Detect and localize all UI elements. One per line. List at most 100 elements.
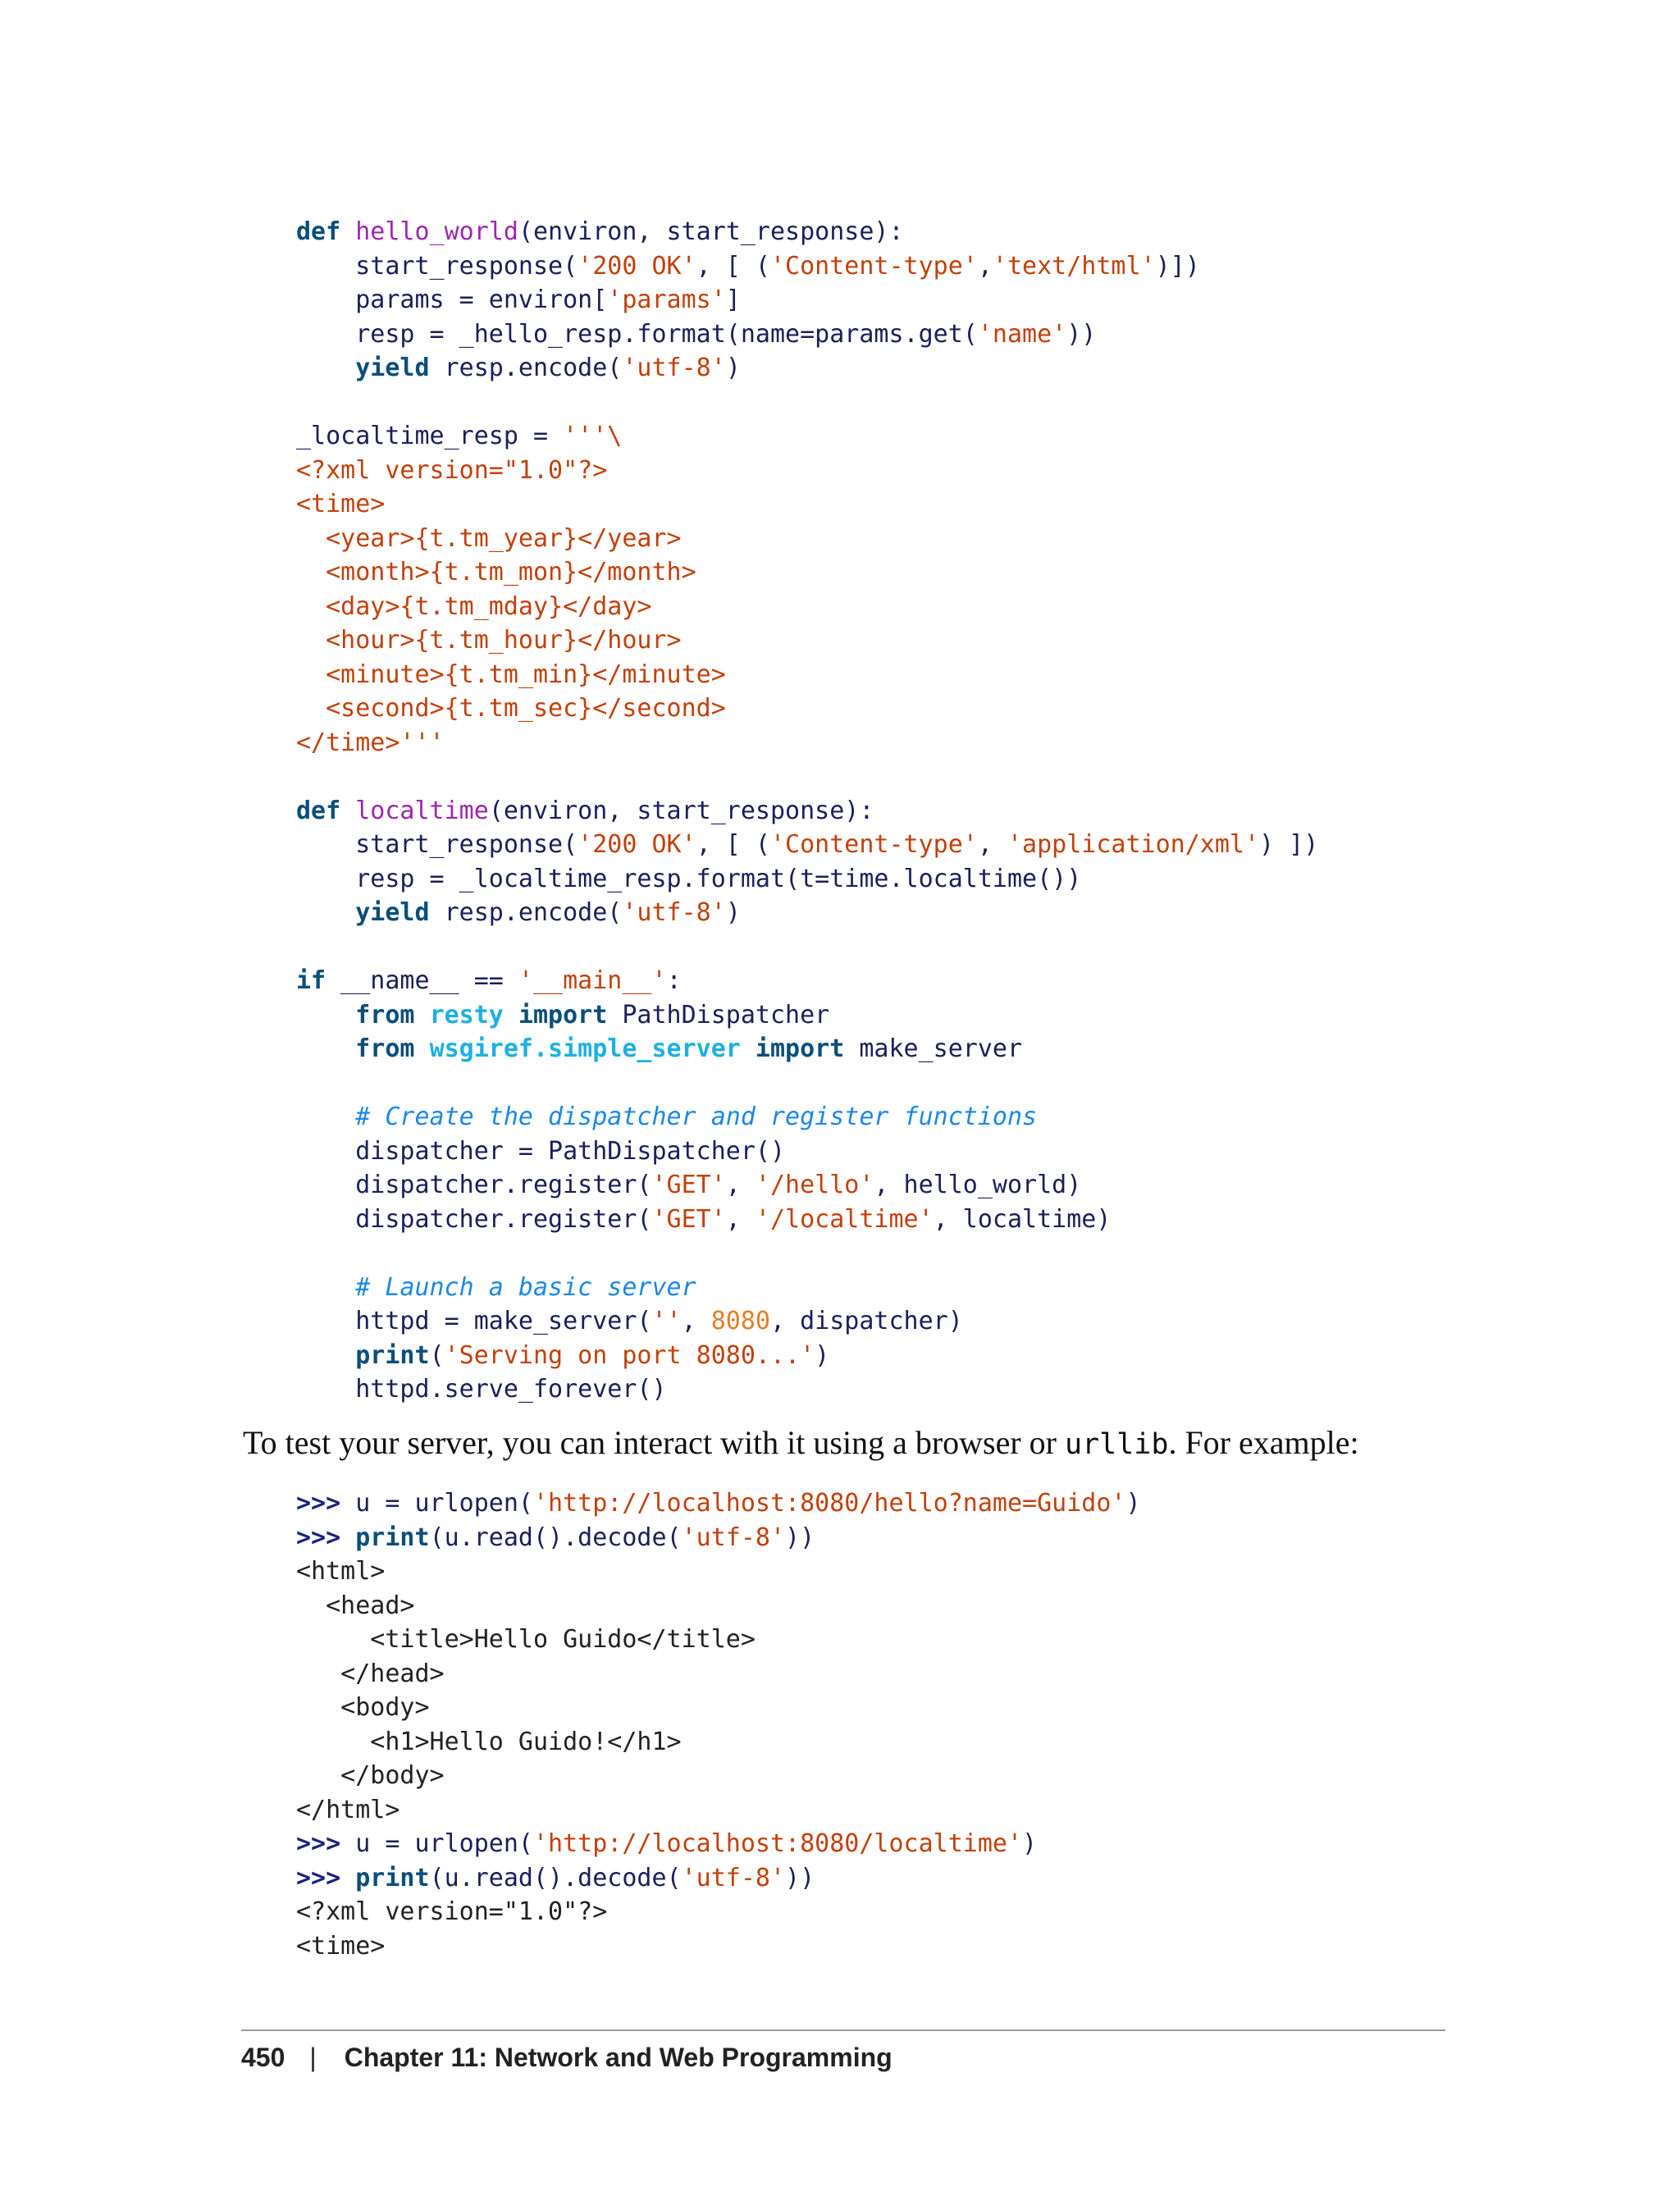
code-token: if [296,966,326,995]
code-listing-interactive: >>> u = urlopen('http://localhost:8080/h… [296,1486,1141,1963]
code-token: '/localtime' [755,1204,934,1234]
code-line: <?xml version="1.0"?> [296,1895,1141,1929]
code-line: <head> [296,1589,1141,1623]
paragraph-text-end: . For example: [1168,1424,1359,1461]
code-token: def [296,796,341,825]
code-token: <year>{t.tm_year}</year> [296,523,682,553]
code-line: <h1>Hello Guido!</h1> [296,1725,1141,1760]
code-line: dispatcher = PathDispatcher() [296,1134,1318,1169]
code-token: resp = _hello_resp.format(name=params.ge… [296,319,978,349]
code-line: resp = _localtime_resp.format(t=time.loc… [296,862,1318,897]
code-token: <time> [296,1931,386,1961]
code-token: 'params' [607,285,726,314]
code-token: print [355,1522,430,1552]
code-line: httpd.serve_forever() [296,1372,1318,1407]
code-token: 'Content-type' [769,830,978,859]
code-line: from resty import PathDispatcher [296,998,1318,1033]
code-token: u = urlopen( [340,1829,533,1858]
code-token: , [725,1204,756,1234]
code-line: >>> print(u.read().decode('utf-8')) [296,1521,1141,1555]
code-token: '' [651,1307,682,1335]
code-token: 8080 [710,1307,770,1335]
code-token: </body> [296,1761,445,1790]
code-token: '/hello' [755,1171,874,1199]
chapter-title: Chapter 11: Network and Web Programming [344,2043,892,2072]
code-token: 'http://localhost:8080/localtime' [533,1829,1023,1858]
code-line: <body> [296,1691,1141,1725]
code-line: >>> u = urlopen('http://localhost:8080/l… [296,1827,1141,1861]
code-token: resp.encode( [429,898,623,927]
code-token: >>> [296,1522,341,1552]
code-token: <body> [296,1693,430,1722]
code-line: >>> print(u.read().decode('utf-8')) [296,1861,1141,1896]
code-line: httpd = make_server('', 8080, dispatcher… [296,1304,1318,1339]
code-token: 'utf-8' [681,1522,786,1552]
code-token: ) [1022,1829,1038,1858]
code-token: ) [815,1340,830,1370]
code-line: <year>{t.tm_year}</year> [296,522,1318,556]
code-token: resp = _localtime_resp.format(t=time.loc… [296,864,1082,893]
code-token: u = urlopen( [340,1489,533,1518]
code-token: , [725,1171,756,1199]
code-token: 'text/html' [992,251,1156,281]
code-line: <second>{t.tm_sec}</second> [296,692,1318,726]
code-line: params = environ['params'] [296,283,1318,317]
code-token: 'Content-type' [769,251,978,281]
body-paragraph: To test your server, you can interact wi… [243,1423,1359,1462]
code-token: <day>{t.tm_mday}</day> [296,591,652,621]
code-token: (environ, start_response): [488,796,874,825]
code-token: <head> [296,1591,415,1620]
code-line: <?xml version="1.0"?> [296,454,1318,488]
code-token: '200 OK' [578,251,696,281]
code-token: '''\ [563,422,623,450]
code-line: <title>Hello Guido</title> [296,1623,1141,1657]
code-token: (environ, start_response): [518,217,904,246]
code-token: <title>Hello Guido</title> [296,1625,756,1654]
code-token: from [296,1034,415,1063]
code-token: , [977,251,993,281]
code-line: resp = _hello_resp.format(name=params.ge… [296,317,1318,352]
code-line: </body> [296,1759,1141,1793]
code-token: print [355,1863,430,1892]
code-token: wsgiref.simple_server [429,1034,741,1063]
code-token: , [ ( [696,830,770,859]
code-line: def hello_world(environ, start_response)… [296,215,1318,249]
code-token: # Launch a basic server [296,1272,696,1302]
code-line: <day>{t.tm_mday}</day> [296,590,1318,624]
code-token: yield [296,354,430,382]
code-token: )]) [1155,251,1200,281]
code-line: <time> [296,487,1318,522]
inline-code: urllib [1065,1428,1169,1461]
code-token: : [666,966,682,995]
code-token: <second>{t.tm_sec}</second> [296,694,726,723]
code-token: (u.read().decode( [429,1522,682,1552]
page-footer: 450 | Chapter 11: Network and Web Programm… [241,2043,892,2073]
code-token: def [296,217,341,246]
code-token: params = environ[ [296,285,608,314]
code-line: from wsgiref.simple_server import make_s… [296,1032,1318,1066]
code-listing-server: def hello_world(environ, start_response)… [296,215,1318,1407]
code-token: dispatcher = PathDispatcher() [296,1136,786,1166]
code-line: <time> [296,1929,1141,1964]
footer-separator: | [309,2043,317,2072]
code-token: make_server [844,1034,1023,1063]
page-number: 450 [241,2043,285,2072]
code-token: resp.encode( [429,354,623,382]
code-token: , hello_world) [874,1171,1082,1199]
code-token: PathDispatcher [607,1000,830,1029]
code-token: <month>{t.tm_mon}</month> [296,558,696,587]
code-line: </time>''' [296,726,1318,760]
code-line: </html> [296,1793,1141,1828]
